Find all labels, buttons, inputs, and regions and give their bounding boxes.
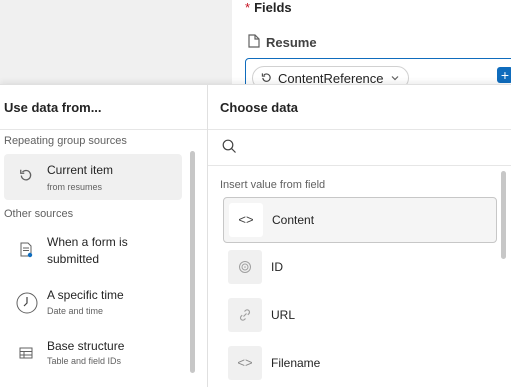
code-icon: <> <box>228 346 262 380</box>
resume-field-label: Resume <box>248 34 317 51</box>
source-title: Use data from... <box>4 100 102 115</box>
field-title: Choose data <box>220 100 299 115</box>
field-header: Choose data <box>208 85 511 130</box>
item-title: Base structure <box>47 339 125 353</box>
source-scrollbar[interactable] <box>190 151 195 373</box>
field-scrollbar[interactable] <box>501 171 506 259</box>
reset-icon <box>18 168 34 184</box>
document-icon <box>248 34 260 51</box>
resume-label: Resume <box>266 35 317 50</box>
add-icon[interactable]: + <box>497 67 511 83</box>
required-marker: * <box>245 0 251 15</box>
field-item-url[interactable]: URL <box>223 293 495 337</box>
link-icon <box>228 298 262 332</box>
field-item-id[interactable]: ID <box>223 245 495 289</box>
item-title: A specific time <box>47 288 124 302</box>
insert-section-label: Insert value from field <box>220 179 326 191</box>
source-item-specific-time[interactable]: A specific time Date and time <box>4 284 182 324</box>
item-subtitle: from resumes <box>47 182 103 192</box>
search-icon <box>222 139 237 159</box>
fields-heading-text: Fields <box>254 0 292 15</box>
source-item-base-structure[interactable]: Base structure Table and field IDs <box>4 335 182 375</box>
source-item-current-item[interactable]: Current item from resumes <box>4 154 182 200</box>
table-icon <box>18 346 34 362</box>
code-icon: <> <box>229 203 263 237</box>
source-item-form-submitted[interactable]: When a form is submitted <box>4 228 164 272</box>
left-background <box>0 0 232 84</box>
other-section-label: Other sources <box>4 208 74 220</box>
field-column: Choose data Insert value from field <> C… <box>208 85 511 387</box>
item-subtitle: Table and field IDs <box>47 356 122 366</box>
field-label: Content <box>272 213 315 227</box>
search-input[interactable] <box>208 129 511 166</box>
field-item-content[interactable]: <> Content <box>223 197 497 243</box>
clock-icon <box>16 292 38 314</box>
field-label: ID <box>271 260 283 274</box>
item-title: Current item <box>47 163 114 177</box>
item-subtitle: Date and time <box>47 306 104 316</box>
repeating-section-label: Repeating group sources <box>4 135 127 147</box>
item-title: When a form is submitted <box>47 235 128 266</box>
field-item-filename[interactable]: <> Filename <box>223 341 495 385</box>
source-header: Use data from... <box>0 85 207 130</box>
fingerprint-icon <box>228 250 262 284</box>
field-label: Filename <box>271 356 321 370</box>
source-column: Use data from... Repeating group sources… <box>0 85 208 387</box>
fields-heading: * Fields <box>245 0 292 15</box>
data-picker-panel: Use data from... Repeating group sources… <box>0 84 511 387</box>
form-icon <box>18 242 34 258</box>
field-label: URL <box>271 308 296 322</box>
